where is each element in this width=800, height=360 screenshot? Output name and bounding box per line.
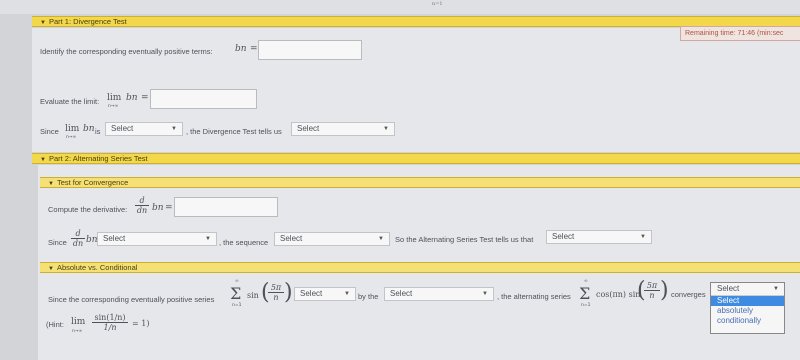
hint-numerator: sin(1/n) xyxy=(92,313,128,323)
positive-series-label: Since the corresponding eventually posit… xyxy=(48,295,215,304)
previous-sum-index: n=1 xyxy=(432,1,443,7)
absolute-conditional-header[interactable]: ▼ Absolute vs. Conditional xyxy=(40,262,800,273)
lim-subscript: n→∞ xyxy=(72,329,83,334)
sequence-behavior-select[interactable]: Select ▼ xyxy=(274,232,390,246)
is-label: is xyxy=(95,127,101,136)
dn-denominator: dn xyxy=(72,239,84,248)
select-value: Select xyxy=(297,124,320,133)
dn-denominator: dn xyxy=(136,206,148,215)
collapse-triangle-icon: ▼ xyxy=(48,266,54,272)
bn-symbol: bn xyxy=(83,124,95,134)
select-value: Select xyxy=(280,234,303,243)
divergence-test-label: , the Divergence Test tells us xyxy=(186,127,282,136)
bn-symbol: bn xyxy=(152,203,164,213)
chevron-down-icon: ▼ xyxy=(482,291,488,297)
limit-input[interactable] xyxy=(150,89,257,109)
lim-symbol: lim xyxy=(107,93,122,103)
lim-symbol: lim xyxy=(71,317,86,327)
five-pi-over-n: 5π n xyxy=(268,283,284,302)
part2-title: Part 2: Alternating Series Test xyxy=(48,154,148,163)
five-pi: 5π xyxy=(268,283,284,293)
dropdown-current[interactable]: Select ▼ xyxy=(711,283,784,296)
hint-suffix: = 1) xyxy=(132,319,150,328)
hint-denominator: 1/n xyxy=(103,323,117,332)
bn-symbol: bn xyxy=(126,93,138,103)
chevron-down-icon: ▼ xyxy=(205,236,211,242)
derivative-question: Compute the derivative: xyxy=(48,205,128,214)
select-value: Select xyxy=(111,124,134,133)
part1-title: Part 1: Divergence Test xyxy=(48,17,127,26)
dropdown-option-select[interactable]: Select xyxy=(711,296,784,306)
part2-header[interactable]: ▼ Part 2: Alternating Series Test xyxy=(32,153,800,164)
alternating-series-label: , the alternating series xyxy=(497,292,571,301)
sin-label: sin xyxy=(247,291,259,300)
test-convergence-title: Test for Convergence xyxy=(56,178,129,187)
terms-question: Identify the corresponding eventually po… xyxy=(40,47,213,56)
converges-label: converges xyxy=(671,290,706,299)
select-value: Select xyxy=(552,232,575,241)
collapse-triangle-icon: ▼ xyxy=(48,181,54,187)
equals-sign: = xyxy=(141,93,149,103)
bn-symbol: bn xyxy=(235,44,247,54)
limit-result-select[interactable]: Select ▼ xyxy=(105,122,183,136)
hint-prefix: (Hint: xyxy=(46,320,64,329)
select-value: Select xyxy=(390,289,413,298)
n-denominator: n xyxy=(273,293,279,302)
chevron-down-icon: ▼ xyxy=(171,126,177,132)
d-numerator: d xyxy=(71,229,85,239)
comparison-result-select[interactable]: Select ▼ xyxy=(294,287,356,301)
chevron-down-icon: ▼ xyxy=(640,234,646,240)
bn-symbol: bn xyxy=(86,235,98,245)
lim-symbol: lim xyxy=(65,124,80,134)
select-value: Select xyxy=(300,289,323,298)
since-label: Since xyxy=(48,238,67,247)
derivative-sign-select[interactable]: Select ▼ xyxy=(97,232,217,246)
select-value: Select xyxy=(103,234,126,243)
collapse-triangle-icon: ▼ xyxy=(40,20,46,26)
top-strip: n=1 xyxy=(0,0,800,14)
equals-sign: = xyxy=(250,44,258,54)
five-pi-over-n: 5π n xyxy=(644,281,660,300)
sum-lower-limit: n=1 xyxy=(581,303,591,308)
chevron-down-icon: ▼ xyxy=(378,236,384,242)
bn-input[interactable] xyxy=(258,40,362,60)
test-convergence-header[interactable]: ▼ Test for Convergence xyxy=(40,177,800,188)
five-pi: 5π xyxy=(644,281,660,291)
dropdown-option-absolutely[interactable]: absolutely xyxy=(711,306,784,316)
alternating-test-label: So the Alternating Series Test tells us … xyxy=(395,235,534,244)
sigma-symbol: Σ xyxy=(230,284,242,303)
by-the-label: by the xyxy=(358,292,379,301)
test-name-select[interactable]: Select ▼ xyxy=(384,287,494,301)
sequence-label: , the sequence xyxy=(219,238,269,247)
lim-subscript: n→∞ xyxy=(108,104,119,109)
derivative-operator: d dn xyxy=(71,229,85,248)
right-paren: ) xyxy=(660,278,669,303)
derivative-input[interactable] xyxy=(174,197,278,217)
divergence-conclusion-select[interactable]: Select ▼ xyxy=(291,122,395,136)
since-label: Since xyxy=(40,127,59,136)
convergence-type-dropdown[interactable]: Select ▼ Select absolutely conditionally xyxy=(710,282,785,334)
lim-subscript: n→∞ xyxy=(66,135,77,140)
dropdown-current-value: Select xyxy=(717,284,740,293)
derivative-operator: d dn xyxy=(135,196,149,215)
d-numerator: d xyxy=(135,196,149,206)
dropdown-option-conditionally[interactable]: conditionally xyxy=(711,316,784,326)
collapse-triangle-icon: ▼ xyxy=(40,157,46,163)
alternating-conclusion-select[interactable]: Select ▼ xyxy=(546,230,652,244)
absolute-conditional-title: Absolute vs. Conditional xyxy=(56,263,138,272)
n-denominator: n xyxy=(649,291,655,300)
sigma-symbol: Σ xyxy=(579,284,591,303)
chevron-down-icon: ▼ xyxy=(344,291,350,297)
chevron-down-icon: ▼ xyxy=(383,126,389,132)
equals-sign: = xyxy=(165,203,173,213)
chevron-down-icon: ▼ xyxy=(773,286,779,292)
hint-fraction: sin(1/n) 1/n xyxy=(92,313,128,332)
remaining-time-badge: Remaining time: 71:46 (min:sec xyxy=(680,26,800,41)
right-paren: ) xyxy=(284,280,293,305)
cos-sin-label: cos(πn) sin xyxy=(596,290,641,299)
limit-question: Evaluate the limit: xyxy=(40,97,100,106)
sum-lower-limit: n=1 xyxy=(232,303,242,308)
